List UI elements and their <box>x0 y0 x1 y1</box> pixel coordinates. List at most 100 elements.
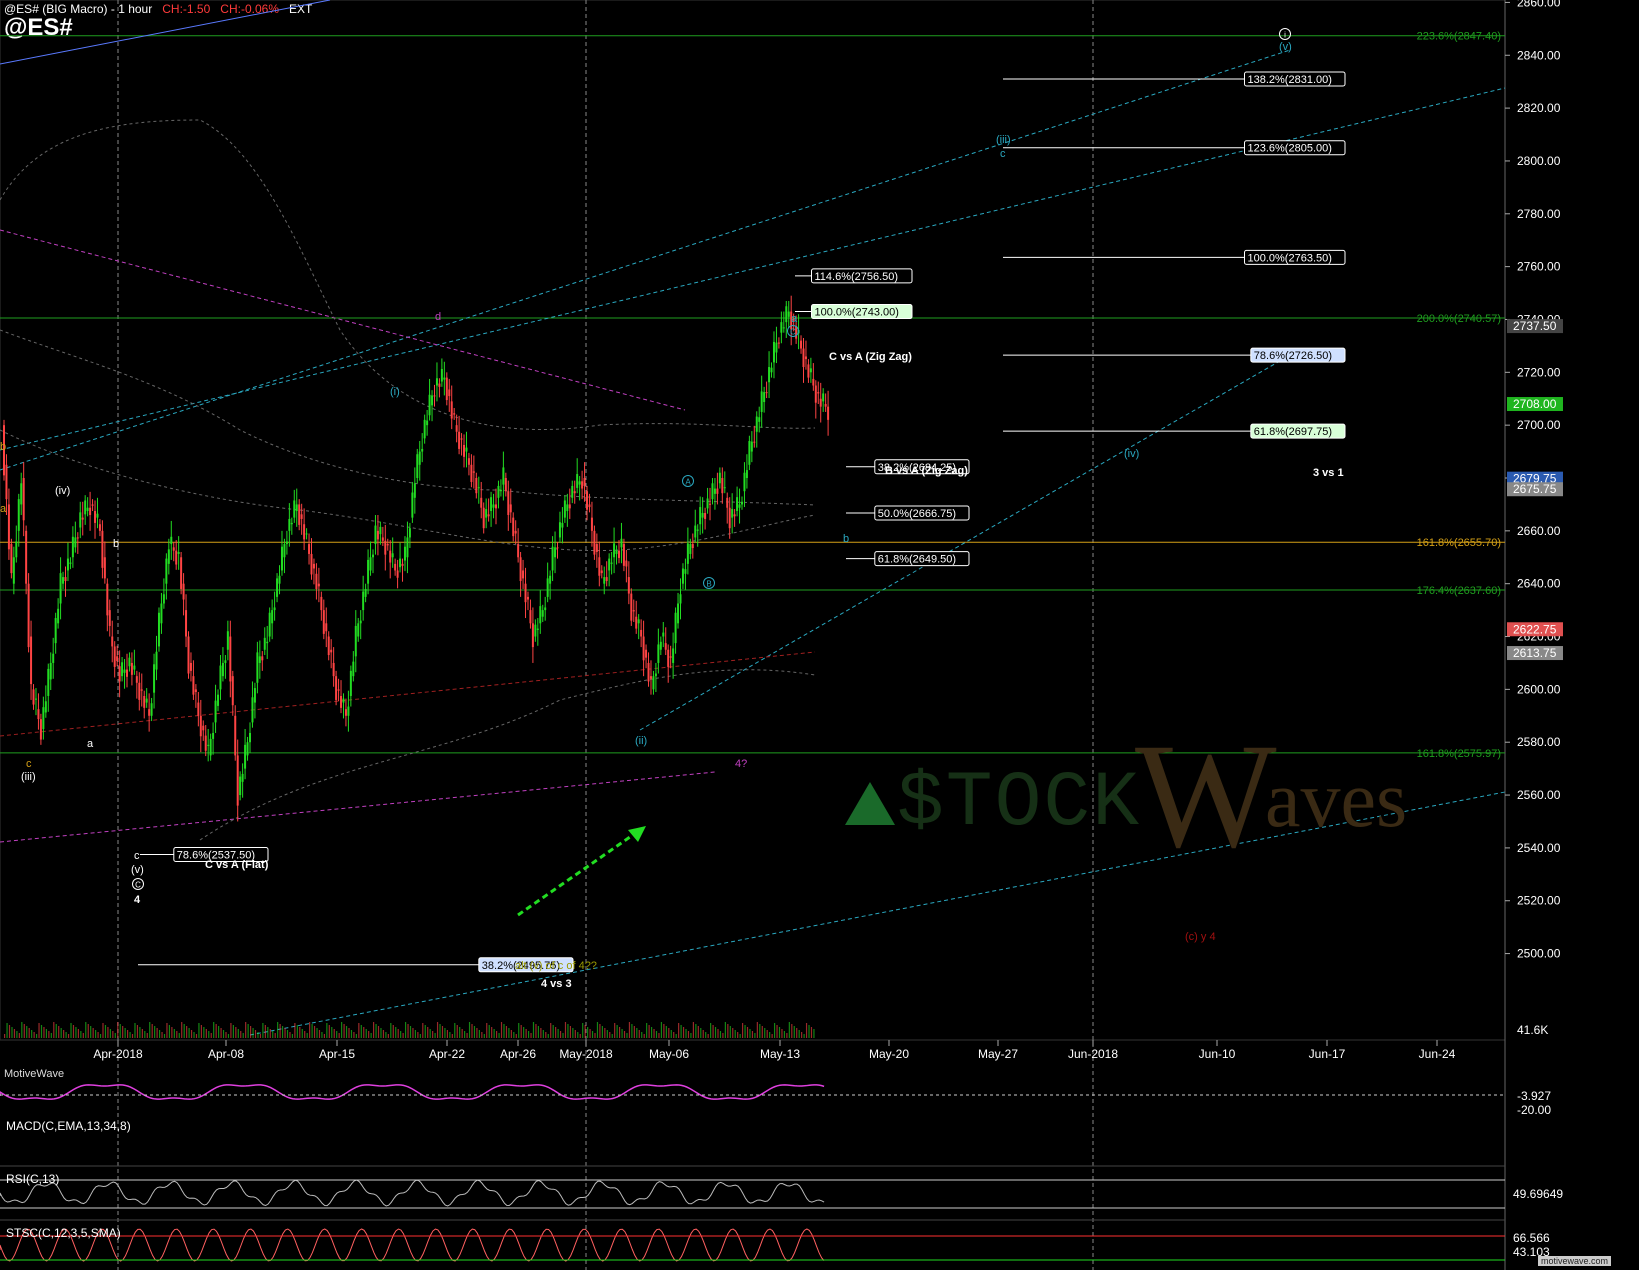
fib-line-label-2: 161.8%(2655.70) <box>1417 537 1501 549</box>
volume-bar <box>781 1029 783 1038</box>
candle-body <box>785 306 788 323</box>
volume-bar <box>626 1033 628 1038</box>
volume-bar <box>594 1033 596 1038</box>
volume-bar <box>163 1034 166 1038</box>
wave-annotation-14: (v) <box>1279 41 1292 53</box>
volume-bar <box>218 1026 220 1038</box>
volume-bar <box>313 1026 316 1038</box>
fib-box-label-10: 61.8%(2649.50) <box>878 554 956 566</box>
x-tick-label-1: Apr-08 <box>208 1047 244 1061</box>
volume-bar <box>355 1034 357 1038</box>
volume-bar <box>338 1033 340 1038</box>
candle-body <box>556 547 559 549</box>
volume-bar <box>766 1030 768 1038</box>
candle-body <box>354 625 357 657</box>
volume-bar <box>284 1028 286 1038</box>
candle-body <box>167 549 170 564</box>
candle-body <box>197 702 200 716</box>
candle-body <box>622 544 625 566</box>
volume-bar <box>114 1033 116 1038</box>
candle-body <box>718 472 721 484</box>
stochastic-title: STSC(C,12,3,5,SMA) <box>6 1226 121 1240</box>
candle-body <box>180 557 183 589</box>
volume-bar <box>449 1032 451 1038</box>
candle-body <box>71 536 74 558</box>
candle-body <box>162 594 165 604</box>
candle-body <box>738 504 741 508</box>
candle-body <box>150 703 153 716</box>
candle-body <box>315 573 318 589</box>
volume-bar <box>498 1033 500 1038</box>
brand-left: MotiveWave <box>4 1068 65 1080</box>
candle-body <box>733 514 736 517</box>
volume-bar <box>655 1031 658 1038</box>
candle-body <box>379 526 382 535</box>
rsi-line <box>0 1179 825 1207</box>
fib-box-label-6: 114.6%(2756.50) <box>815 271 899 283</box>
volume-bar <box>439 1024 441 1038</box>
volume-bar <box>434 1033 436 1038</box>
volume-tag: 41.6K <box>1517 1023 1548 1037</box>
candle-body <box>578 481 581 485</box>
fib-box-label-4: 78.6%(2726.50) <box>1254 350 1332 362</box>
trend-line-2 <box>639 357 1286 731</box>
volume-bar <box>616 1025 618 1038</box>
candle-body <box>566 504 569 512</box>
candle-body <box>261 656 264 661</box>
candle-body <box>322 610 325 634</box>
volume-bar <box>72 1025 75 1038</box>
volume-bar <box>687 1031 690 1038</box>
candle-body <box>536 628 539 630</box>
volume-bar <box>567 1024 569 1038</box>
candle-body <box>635 616 638 629</box>
candle-body <box>819 398 822 407</box>
candle-body <box>731 509 734 518</box>
candle-body <box>507 491 510 515</box>
wave-annotation-2: 3 vs 1 <box>1313 467 1344 479</box>
volume-bar <box>45 1029 48 1038</box>
candle-body <box>204 735 207 751</box>
x-tick-label-2: Apr-15 <box>319 1047 355 1061</box>
price-tag-label-3: 2675.75 <box>1513 482 1557 496</box>
volume-bar <box>60 1028 62 1038</box>
volume-bar <box>397 1029 399 1038</box>
candle-body <box>285 541 288 545</box>
volume-bar <box>611 1034 613 1038</box>
candle-body <box>30 636 33 685</box>
volume-bar <box>127 1030 129 1038</box>
wave-annotation-17: (iv) <box>55 485 70 497</box>
candle-body <box>20 483 23 505</box>
candle-body <box>448 389 451 397</box>
candle-body <box>458 431 461 449</box>
candle-body <box>472 471 475 473</box>
circled-wave-label-2: B <box>706 580 711 589</box>
candle-body <box>116 656 119 661</box>
volume-bar <box>496 1031 498 1038</box>
volume-bar <box>643 1034 645 1038</box>
volume-bar <box>92 1028 94 1038</box>
volume-bar <box>65 1032 67 1038</box>
candle-body <box>359 620 362 624</box>
volume-bar <box>663 1024 665 1038</box>
circled-wave-label-4: i <box>1284 31 1286 40</box>
price-chart[interactable]: 2500.00 2520.00 2540.00 2560.00 2580.00 2600.… <box>0 0 1639 1270</box>
candle-body <box>588 504 591 508</box>
candle-body <box>490 497 493 512</box>
volume-bar <box>614 1023 616 1038</box>
volume-bar <box>559 1031 562 1038</box>
candle-body <box>726 497 729 508</box>
x-tick-label-13: Jun-24 <box>1419 1047 1456 1061</box>
volume-bar <box>604 1028 606 1038</box>
candle-body <box>340 695 343 708</box>
candle-body <box>716 488 719 494</box>
candle-body <box>335 676 338 700</box>
volume-bar <box>400 1031 402 1038</box>
candle-body <box>586 491 589 510</box>
fib-box-label-7: 100.0%(2743.00) <box>815 307 899 319</box>
candle-body <box>49 662 52 680</box>
volume-bar <box>569 1026 571 1038</box>
volume-bar <box>195 1034 198 1038</box>
volume-bar <box>385 1032 387 1038</box>
candle-body <box>662 632 665 637</box>
candle-body <box>590 517 593 531</box>
